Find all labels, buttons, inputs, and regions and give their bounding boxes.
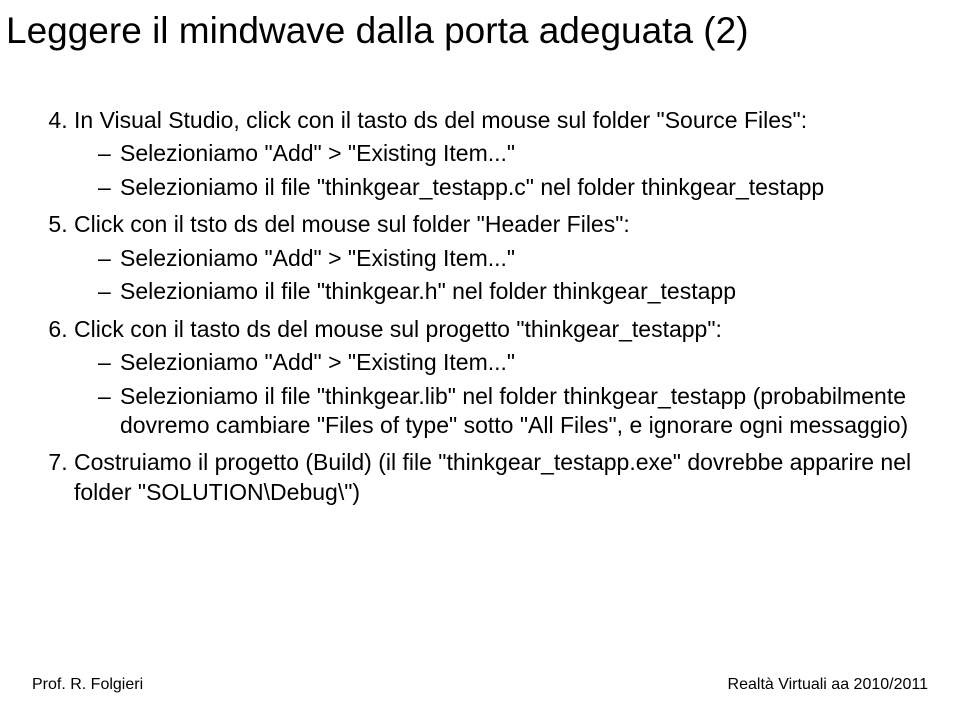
sub-list-item: Selezioniamo "Add" > "Existing Item..." (98, 348, 928, 377)
list-item: In Visual Studio, click con il tasto ds … (74, 106, 928, 202)
list-item: Costruiamo il progetto (Build) (il file … (74, 448, 928, 507)
list-item: Click con il tsto ds del mouse sul folde… (74, 210, 928, 306)
list-item-text: Click con il tasto ds del mouse sul prog… (74, 316, 722, 342)
sub-list-item: Selezioniamo il file "thinkgear.lib" nel… (98, 382, 928, 441)
sub-list-item: Selezioniamo il file "thinkgear.h" nel f… (98, 277, 928, 306)
sub-list-item: Selezioniamo "Add" > "Existing Item..." (98, 139, 928, 168)
sub-list: Selezioniamo "Add" > "Existing Item..." S… (74, 139, 928, 202)
list-item-text: Click con il tsto ds del mouse sul folde… (74, 211, 630, 237)
ordered-list: In Visual Studio, click con il tasto ds … (32, 106, 928, 507)
list-item-text: In Visual Studio, click con il tasto ds … (74, 107, 807, 133)
footer-course: Realtà Virtuali aa 2010/2011 (728, 676, 928, 694)
slide-content: In Visual Studio, click con il tasto ds … (32, 106, 928, 511)
sub-list-item: Selezioniamo il file "thinkgear_testapp.… (98, 173, 928, 202)
slide: Leggere il mindwave dalla porta adeguata… (0, 0, 960, 714)
list-item-text: Costruiamo il progetto (Build) (il file … (74, 449, 911, 504)
sub-list: Selezioniamo "Add" > "Existing Item..." S… (74, 348, 928, 440)
footer-author: Prof. R. Folgieri (32, 676, 143, 694)
slide-title: Leggere il mindwave dalla porta adeguata… (6, 10, 749, 52)
sub-list: Selezioniamo "Add" > "Existing Item..." S… (74, 244, 928, 307)
list-item: Click con il tasto ds del mouse sul prog… (74, 315, 928, 441)
sub-list-item: Selezioniamo "Add" > "Existing Item..." (98, 244, 928, 273)
